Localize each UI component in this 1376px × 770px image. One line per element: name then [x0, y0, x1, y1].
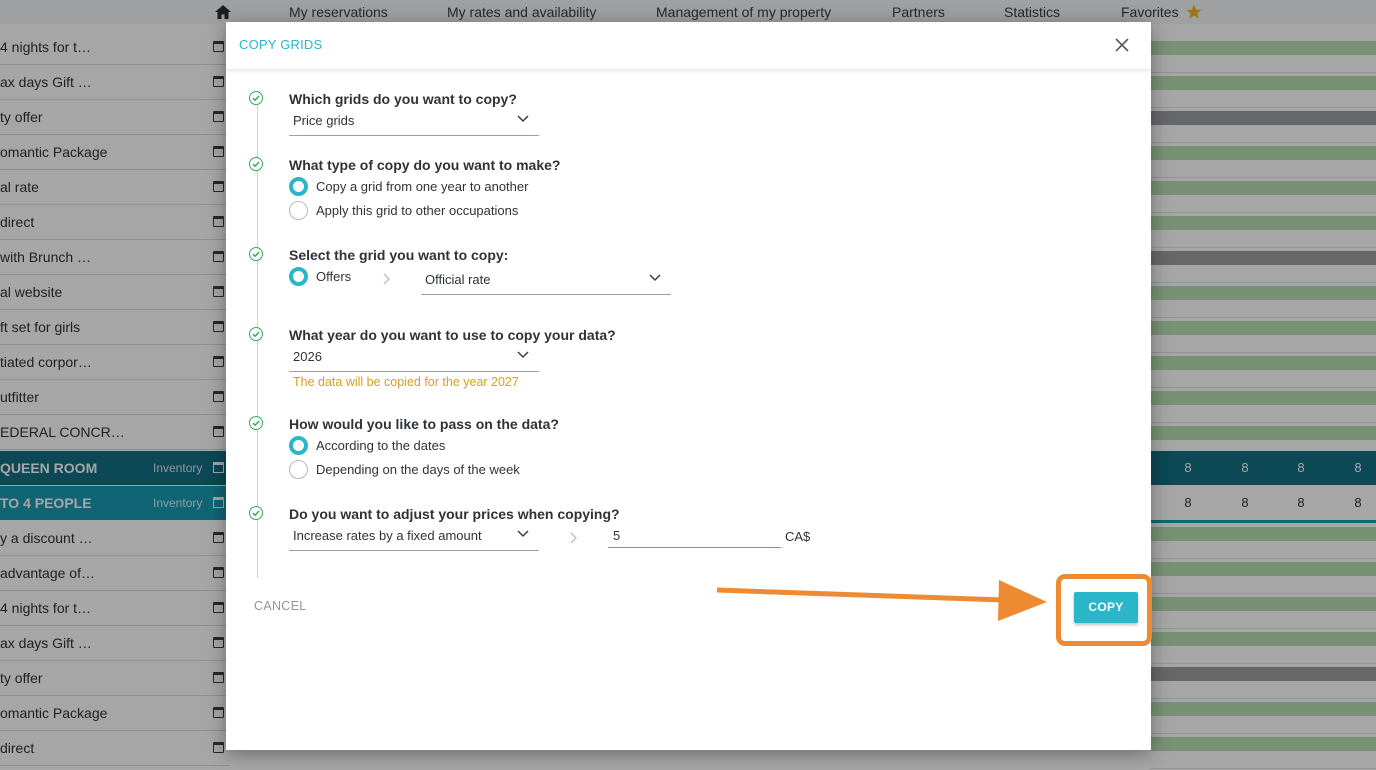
year-value: 2026	[293, 349, 322, 364]
check-circle-icon	[249, 91, 263, 105]
year-select[interactable]: 2026	[289, 345, 539, 372]
radio-selected[interactable]	[289, 177, 308, 196]
check-circle-icon	[249, 157, 263, 171]
offer-select[interactable]: Official rate	[421, 268, 671, 295]
question-which-grids: Which grids do you want to copy?	[289, 91, 517, 107]
question-copy-type: What type of copy do you want to make?	[289, 157, 561, 173]
adjust-type-select[interactable]: Increase rates by a fixed amount	[289, 524, 539, 551]
radio-label: According to the dates	[316, 438, 446, 453]
radio-unselected[interactable]	[289, 201, 308, 220]
check-circle-icon	[249, 327, 263, 341]
chevron-down-icon	[649, 274, 661, 282]
radio-unselected[interactable]	[289, 460, 308, 479]
adjust-amount-input[interactable]	[608, 524, 781, 548]
check-circle-icon	[249, 416, 263, 430]
check-circle-icon	[249, 506, 263, 520]
question-pass-data: How would you like to pass on the data?	[289, 416, 559, 432]
chevron-down-icon	[517, 530, 529, 538]
chevron-down-icon	[517, 115, 529, 123]
adjust-type-value: Increase rates by a fixed amount	[293, 528, 482, 543]
question-adjust-prices: Do you want to adjust your prices when c…	[289, 506, 620, 522]
year-hint: The data will be copied for the year 202…	[293, 375, 519, 389]
offer-select-value: Official rate	[425, 272, 491, 287]
dialog-header: COPY GRIDS	[226, 22, 1151, 70]
copy-grids-dialog: COPY GRIDS Which grids do you want to co…	[226, 22, 1151, 750]
radio-label: Copy a grid from one year to another	[316, 179, 529, 194]
chevron-right-icon	[383, 273, 390, 285]
chevron-right-icon	[570, 532, 577, 544]
radio-label: Depending on the days of the week	[316, 462, 520, 477]
annotation-highlight-box	[1056, 574, 1152, 646]
radio-label: Apply this grid to other occupations	[316, 203, 519, 218]
cancel-button[interactable]: CANCEL	[254, 599, 307, 613]
grid-type-value: Price grids	[293, 113, 355, 128]
chevron-down-icon	[517, 351, 529, 359]
radio-selected[interactable]	[289, 436, 308, 455]
annotation-arrow-icon	[716, 580, 1047, 621]
grid-type-select[interactable]: Price grids	[289, 109, 539, 136]
check-circle-icon	[249, 247, 263, 261]
radio-label: Offers	[316, 269, 352, 284]
question-select-grid: Select the grid you want to copy:	[289, 247, 509, 263]
dialog-title: COPY GRIDS	[239, 37, 323, 52]
currency-label: CA$	[785, 529, 811, 544]
question-year: What year do you want to use to copy you…	[289, 327, 616, 343]
close-icon[interactable]	[1113, 36, 1131, 54]
radio-selected[interactable]	[289, 267, 308, 286]
